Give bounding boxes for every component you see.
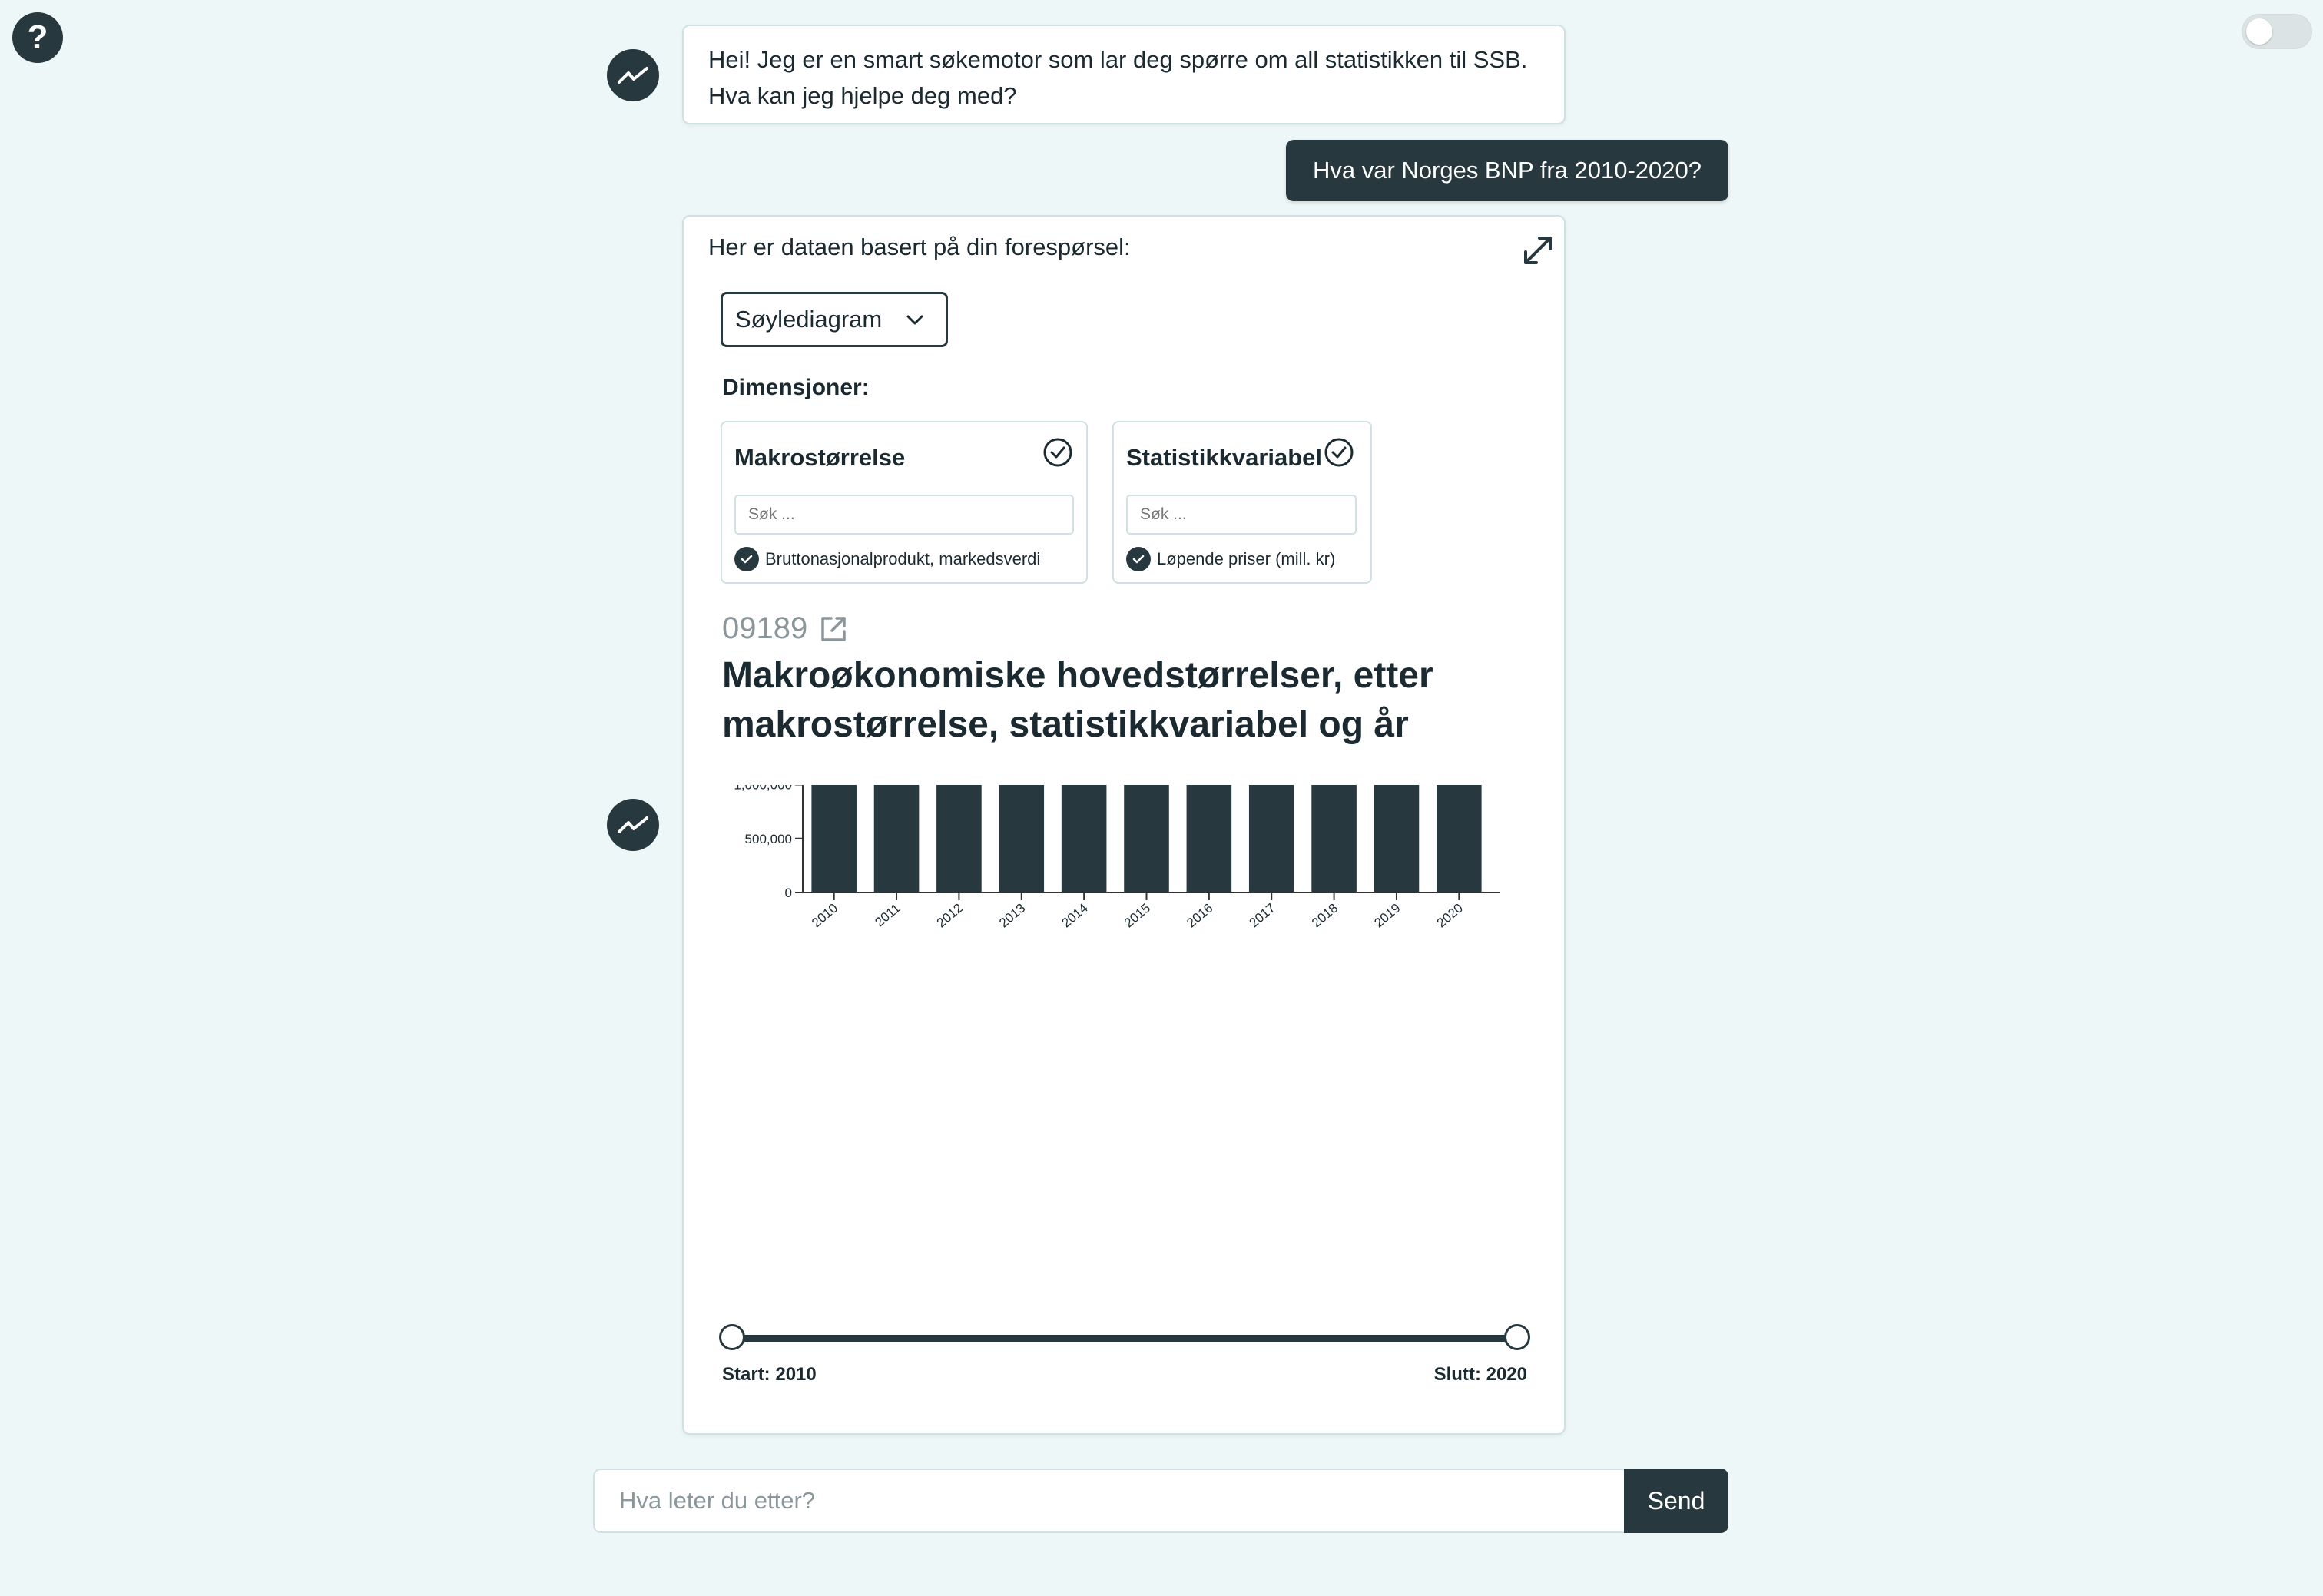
dimension-title: Statistikkvariabel xyxy=(1126,444,1323,471)
x-tick-label: 2014 xyxy=(1059,901,1091,931)
x-tick-label: 2017 xyxy=(1247,901,1278,931)
toggle-knob xyxy=(2246,18,2272,45)
result-intro-text: Her er dataen basert på din forespørsel: xyxy=(708,233,1131,260)
search-input-placeholder: Hva leter du etter? xyxy=(619,1487,816,1514)
dimension-selected-item[interactable]: Bruttonasjonalprodukt, markedsverdi xyxy=(734,547,1040,571)
table-title: Makroøkonomiske hovedstørrelser, etter m… xyxy=(722,655,1433,745)
dimensions-label: Dimensjoner: xyxy=(722,375,870,400)
bar xyxy=(999,785,1045,892)
x-tick-label: 2015 xyxy=(1122,901,1153,931)
bar xyxy=(811,785,857,892)
send-button[interactable]: Send xyxy=(1624,1469,1728,1533)
bar xyxy=(1311,785,1357,892)
dimension-card-statistikkvariabel: Statistikkvariabel Løpende priser (mill.… xyxy=(1112,421,1372,584)
user-message: Hva var Norges BNP fra 2010-2020? xyxy=(1286,140,1728,201)
dimension-selected-item[interactable]: Løpende priser (mill. kr) xyxy=(1126,547,1335,571)
range-start-label: Start: 2010 xyxy=(722,1364,817,1385)
x-tick-label: 2013 xyxy=(996,901,1028,931)
bar xyxy=(873,785,920,892)
range-end-label: Slutt: 2020 xyxy=(1433,1364,1527,1385)
y-tick-label: 0 xyxy=(785,886,792,900)
bot-greeting-message: Hei! Jeg er en smart søkemotor som lar d… xyxy=(682,25,1566,124)
dimension-search-input[interactable] xyxy=(734,495,1074,535)
dimension-search-input[interactable] xyxy=(1126,495,1357,535)
chart-type-value: Søylediagram xyxy=(735,306,883,333)
bar xyxy=(1061,785,1107,892)
x-tick-label: 2010 xyxy=(809,901,840,931)
bot-result-message: Her er dataen basert på din forespørsel:… xyxy=(682,215,1566,1435)
dimension-selected-label: Bruttonasjonalprodukt, markedsverdi xyxy=(765,549,1041,568)
slider-track xyxy=(721,1335,1529,1342)
bar xyxy=(936,785,982,892)
bar xyxy=(1248,785,1294,892)
x-tick-label: 2016 xyxy=(1184,901,1215,931)
y-tick-label: 1,000,000 xyxy=(734,785,792,793)
dimension-title: Makrostørrelse xyxy=(734,444,906,471)
dimension-selected-label: Løpende priser (mill. kr) xyxy=(1157,549,1336,568)
x-tick-label: 2019 xyxy=(1371,901,1403,931)
bar xyxy=(1186,785,1232,892)
x-tick-label: 2011 xyxy=(872,901,903,930)
theme-toggle[interactable] xyxy=(2242,14,2312,49)
slider-end-handle[interactable] xyxy=(1504,1324,1530,1350)
bar-chart: 0500,0001,000,0001,500,0002,000,0002,500… xyxy=(734,785,1500,931)
checkmark-icon xyxy=(734,547,759,571)
bar xyxy=(1374,785,1420,892)
bot-avatar-icon xyxy=(607,49,659,101)
check-circle-icon[interactable] xyxy=(1323,436,1355,469)
x-tick-label: 2020 xyxy=(1434,901,1466,931)
external-link-icon xyxy=(821,616,846,641)
search-input[interactable]: Hva leter du etter? xyxy=(593,1469,1625,1533)
y-tick-label: 500,000 xyxy=(745,832,792,846)
table-id: 09189 xyxy=(722,611,808,645)
chart-type-select[interactable]: Søylediagram xyxy=(721,292,948,347)
bar xyxy=(1437,785,1482,892)
bot-avatar-icon xyxy=(607,799,659,851)
check-circle-icon[interactable] xyxy=(1042,436,1074,469)
chevron-down-icon xyxy=(906,315,923,325)
table-id-link[interactable]: 09189 xyxy=(722,611,849,646)
question-mark-icon: ? xyxy=(27,18,48,56)
bar xyxy=(1124,785,1169,892)
x-tick-label: 2018 xyxy=(1309,901,1340,931)
x-tick-label: 2012 xyxy=(934,901,966,931)
dimension-card-makrostorrelse: Makrostørrelse Bruttonasjonalprodukt, ma… xyxy=(721,421,1088,584)
expand-icon[interactable] xyxy=(1519,232,1556,269)
slider-start-handle[interactable] xyxy=(719,1324,745,1350)
help-button[interactable]: ? xyxy=(12,12,63,63)
year-range-slider[interactable] xyxy=(719,1324,1530,1355)
checkmark-icon xyxy=(1126,547,1151,571)
